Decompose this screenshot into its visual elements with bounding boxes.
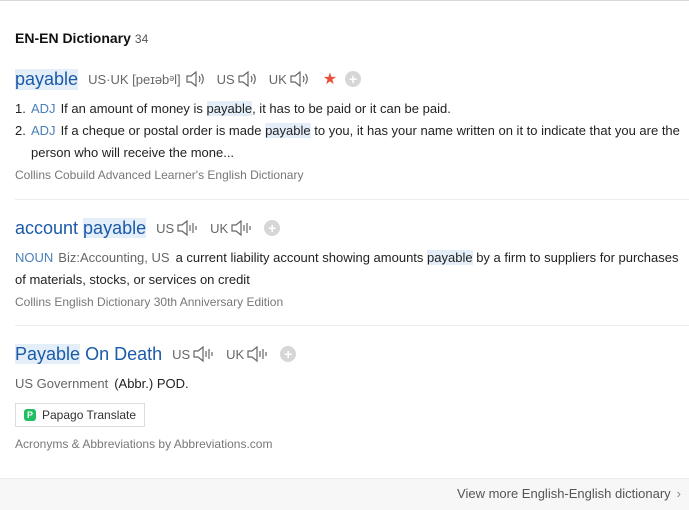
highlighted-word: payable (206, 101, 253, 116)
entry-payable: payable US·UK [peɪəbᵊl] US UK ★ + 1. ADJ… (15, 66, 685, 182)
favorite-star-icon[interactable]: ★ (323, 69, 337, 89)
highlighted-word: payable (427, 250, 473, 265)
headword-link[interactable]: payable (15, 68, 79, 90)
definition-item: 2. ADJ If a cheque or postal order is mad… (15, 123, 680, 160)
uk-label: UK (226, 346, 245, 362)
dictionary-source: Collins English Dictionary 30th Annivers… (15, 295, 284, 309)
definition-item: NOUN Biz:Accounting, US a current liabilit… (15, 250, 679, 287)
uk-speaker-icon[interactable] (230, 219, 254, 237)
chevron-right-icon: › (676, 486, 681, 501)
headword-link[interactable]: Payable On Death (15, 343, 162, 365)
part-of-speech: NOUN (15, 250, 54, 265)
us-speaker-icon[interactable] (192, 345, 216, 363)
pronunciation-group: US·UK [peɪəbᵊl] US UK ★ + (88, 69, 362, 89)
part-of-speech: ADJ (31, 101, 56, 116)
divider (15, 325, 689, 326)
dictionary-source: Collins Cobuild Advanced Learner's Engli… (15, 168, 304, 182)
us-speaker-icon[interactable] (237, 70, 259, 88)
headword-link[interactable]: account payable (15, 217, 147, 239)
pronunciation-group: US UK + (156, 219, 281, 237)
entry-account-payable: account payable US UK + NOUN Biz:Accountin… (15, 215, 685, 309)
definition-item: 1. ADJ If an amount of money is payable, … (15, 101, 451, 116)
dictionary-source: Acronyms & Abbreviations by Abbreviation… (15, 437, 273, 451)
add-wordbook-icon[interactable]: + (264, 220, 281, 236)
dictionary-section-title: EN-EN Dictionary 34 (15, 30, 148, 46)
field-label: Biz:Accounting, US (58, 250, 170, 265)
uk-label: UK (210, 220, 229, 236)
papago-logo-icon: P (24, 409, 36, 421)
definition-item: US Government (Abbr.) POD. (15, 376, 189, 391)
view-more-link[interactable]: View more English-English dictionary › (457, 486, 681, 501)
us-label: US (216, 71, 235, 87)
pronunciation-group: US UK + (172, 345, 297, 363)
uk-speaker-icon[interactable] (289, 70, 311, 88)
add-wordbook-icon[interactable]: + (345, 71, 362, 87)
section-title-text: EN-EN Dictionary (15, 30, 131, 46)
speaker-icon[interactable] (185, 70, 207, 88)
top-border (0, 0, 689, 1)
entry-payable-on-death: Payable On Death US UK + US Government (Ab… (15, 341, 685, 451)
footer-bar: View more English-English dictionary › (0, 478, 689, 510)
us-label: US (172, 346, 191, 362)
result-count: 34 (134, 32, 149, 46)
highlighted-word: payable (265, 123, 311, 138)
uk-label: UK (268, 71, 287, 87)
us-speaker-icon[interactable] (176, 219, 200, 237)
part-of-speech: ADJ (31, 123, 56, 138)
divider (15, 199, 689, 200)
add-wordbook-icon[interactable]: + (280, 346, 297, 362)
phonetic-text: US·UK [peɪəbᵊl] (88, 71, 181, 87)
papago-translate-button[interactable]: P Papago Translate (15, 403, 146, 427)
us-label: US (156, 220, 175, 236)
field-label: US Government (15, 376, 109, 391)
uk-speaker-icon[interactable] (246, 345, 270, 363)
